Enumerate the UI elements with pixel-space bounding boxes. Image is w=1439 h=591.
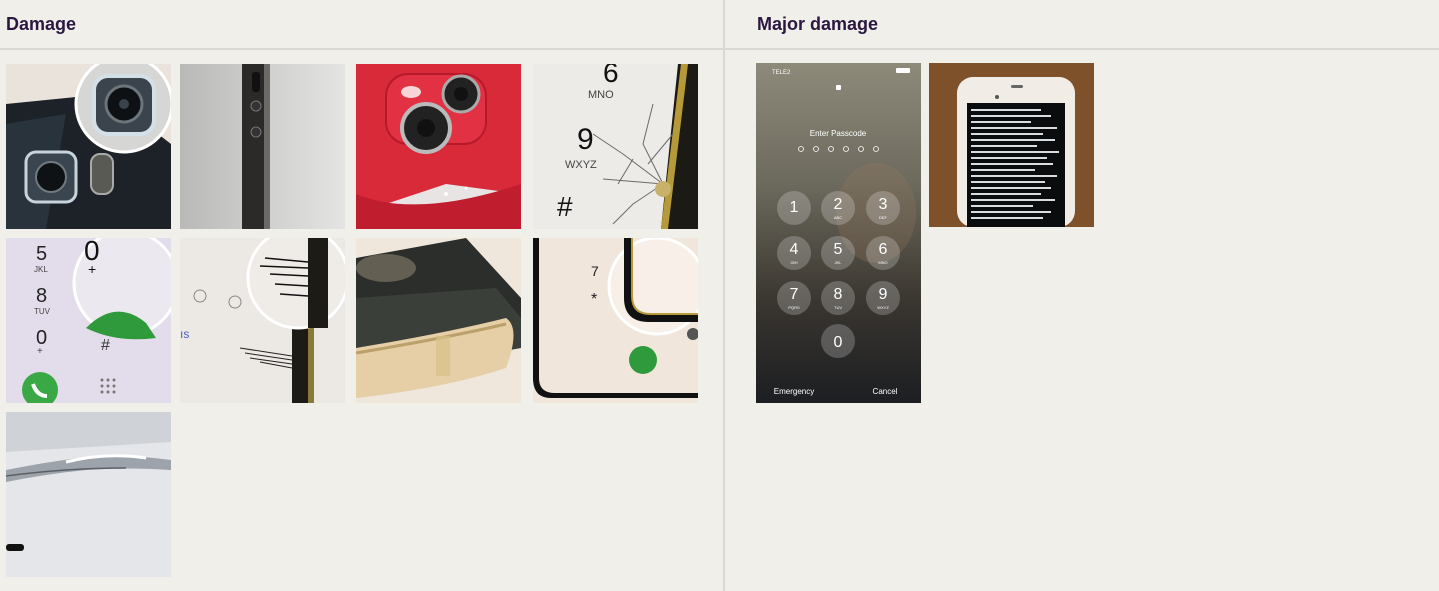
bent-frame-image xyxy=(6,412,171,577)
pad-tuv-label: TUV xyxy=(34,307,51,316)
thumb-purple-dialpad[interactable]: 5 JKL 8 TUV 0 + # 0 + xyxy=(6,238,171,403)
pad-hash-label: # xyxy=(101,337,110,354)
carrier-label: TELE2 xyxy=(772,70,791,76)
thumb-screen-lines[interactable]: ıs xyxy=(180,238,345,403)
thumb-bent-frame[interactable] xyxy=(6,412,171,577)
key-6: 6 xyxy=(879,241,888,258)
key-1: 1 xyxy=(790,199,799,216)
side-buttons-image xyxy=(180,64,345,229)
gallery-page: Damage 6 MNO 9 WXYZ # 5 JKL 8 TUV 0 + # … xyxy=(0,0,1439,591)
key-9-letters: WXYZ xyxy=(877,305,889,310)
thumb-camera-lens-scratch[interactable] xyxy=(6,64,171,229)
pad-eight-label: 8 xyxy=(36,285,47,307)
key-8: 8 xyxy=(834,286,843,303)
passcode-prompt: Enter Passcode xyxy=(810,129,867,138)
cracked-screen-image: 6 MNO 9 WXYZ # xyxy=(533,64,698,229)
thumb-gold-phone-swollen[interactable] xyxy=(356,238,521,403)
thumb-lockscreen[interactable]: TELE2 Enter Passcode 1 2 ABC 3 DEF 4 GHI… xyxy=(756,63,921,403)
thumb-red-phone-camera[interactable] xyxy=(356,64,521,229)
lines-text-label: ıs xyxy=(180,327,189,341)
thumb-boot-loop[interactable] xyxy=(929,63,1094,227)
crack-wxyz-label: WXYZ xyxy=(565,159,597,171)
key-0: 0 xyxy=(834,334,843,351)
thumb-black-edge[interactable]: 7 * xyxy=(533,238,698,403)
thumb-side-buttons[interactable] xyxy=(180,64,345,229)
pad-plus-label: + xyxy=(37,346,43,357)
key-3-letters: DEF xyxy=(879,215,888,220)
key-6-letters: MNO xyxy=(878,260,887,265)
key-4-letters: GHI xyxy=(790,260,797,265)
major-damage-section: Major damage TELE2 Enter Passcode 1 2 AB… xyxy=(725,0,1439,591)
thumb-cracked-dialpad[interactable]: 6 MNO 9 WXYZ # xyxy=(533,64,698,229)
lockscreen-image: TELE2 Enter Passcode 1 2 ABC 3 DEF 4 GHI… xyxy=(756,63,921,403)
damage-section: Damage 6 MNO 9 WXYZ # 5 JKL 8 TUV 0 + # … xyxy=(0,0,723,591)
major-damage-title: Major damage xyxy=(757,14,879,34)
key-7: 7 xyxy=(790,286,799,303)
pad-jkl-label: JKL xyxy=(34,265,48,274)
screen-lines-image: ıs xyxy=(180,238,345,403)
crack-six-label: 6 xyxy=(603,64,619,88)
gold-phone-image xyxy=(356,238,521,403)
pad-big-plus-label: + xyxy=(88,261,96,277)
key-4: 4 xyxy=(790,241,799,258)
camera-lens-image xyxy=(6,64,171,229)
key-2: 2 xyxy=(834,196,843,213)
key-8-letters: TUV xyxy=(834,305,842,310)
boot-loop-image xyxy=(929,63,1094,227)
key-3: 3 xyxy=(879,196,888,213)
key-7-letters: PQRS xyxy=(788,305,800,310)
purple-dialpad-image: 5 JKL 8 TUV 0 + # 0 + xyxy=(6,238,171,403)
key-9: 9 xyxy=(879,286,888,303)
red-phone-image xyxy=(356,64,521,229)
key-5-letters: JKL xyxy=(835,260,843,265)
cancel-label: Cancel xyxy=(873,387,898,396)
major-damage-header: Major damage xyxy=(725,0,1439,50)
edge-star-label: * xyxy=(591,291,597,308)
damage-header: Damage xyxy=(0,0,723,50)
key-5: 5 xyxy=(834,241,843,258)
crack-hash-label: # xyxy=(557,191,573,222)
key-2-letters: ABC xyxy=(834,215,842,220)
emergency-label: Emergency xyxy=(774,387,814,396)
crack-nine-label: 9 xyxy=(577,123,594,156)
damage-title: Damage xyxy=(6,14,77,34)
black-edge-image: 7 * xyxy=(533,238,698,403)
pad-five-label: 5 xyxy=(36,243,47,265)
edge-seven-label: 7 xyxy=(591,263,599,279)
crack-mno-label: MNO xyxy=(588,89,614,101)
